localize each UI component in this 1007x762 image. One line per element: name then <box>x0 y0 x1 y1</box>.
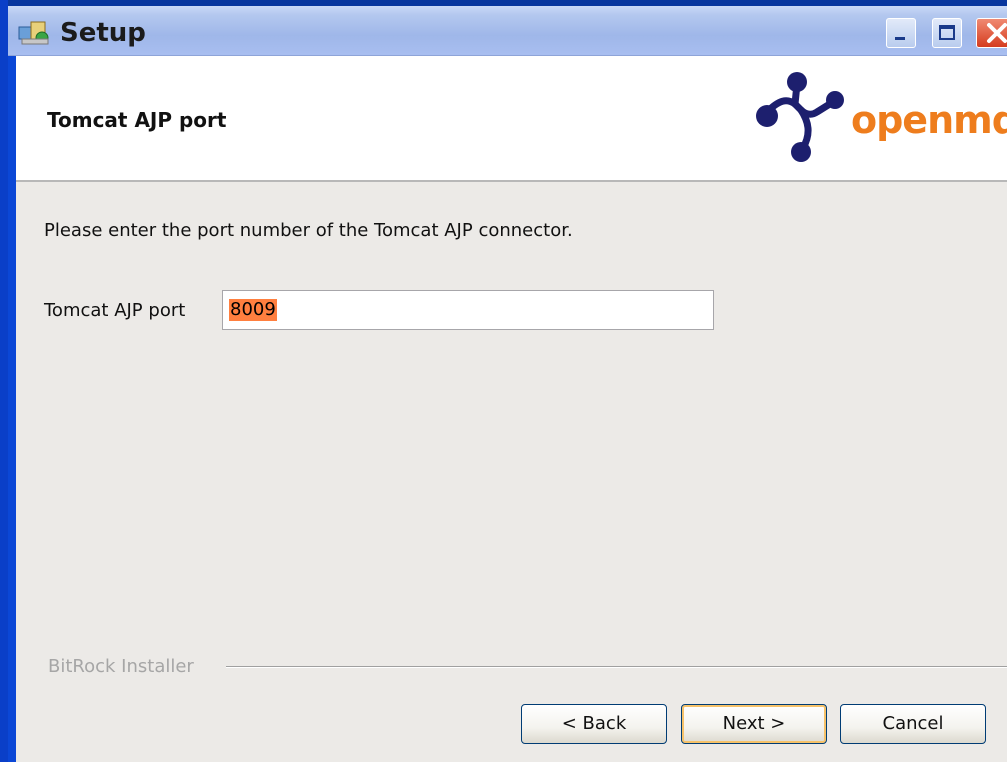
maximize-icon <box>939 25 955 40</box>
setup-window: Setup Tomcat AJP port openm Please enter… <box>0 0 1007 762</box>
minimize-icon <box>895 37 905 40</box>
logo-wordmark: openmdx <box>851 98 1007 142</box>
close-icon <box>987 23 1007 43</box>
page-title: Tomcat AJP port <box>47 108 227 132</box>
next-button[interactable]: Next > <box>681 704 827 744</box>
network-graph-icon <box>756 72 844 162</box>
port-input-value[interactable]: 8009 <box>229 299 277 321</box>
installer-branding: BitRock Installer <box>48 656 206 677</box>
port-field-label: Tomcat AJP port <box>44 300 186 321</box>
installer-app-icon <box>18 21 49 45</box>
openmdx-logo: openmdx <box>753 70 1007 170</box>
wizard-body: Please enter the port number of the Tomc… <box>16 182 1007 762</box>
port-input[interactable]: 8009 <box>222 290 714 330</box>
window-title: Setup <box>60 18 146 48</box>
maximize-button[interactable] <box>932 18 962 48</box>
close-button[interactable] <box>976 18 1007 48</box>
instruction-text: Please enter the port number of the Tomc… <box>44 220 573 241</box>
minimize-button[interactable] <box>886 18 916 48</box>
footer-separator <box>226 666 1007 668</box>
title-bar[interactable]: Setup <box>8 0 1007 56</box>
cancel-button[interactable]: Cancel <box>840 704 986 744</box>
wizard-header: Tomcat AJP port openmdx <box>16 56 1007 182</box>
back-button[interactable]: < Back <box>521 704 667 744</box>
